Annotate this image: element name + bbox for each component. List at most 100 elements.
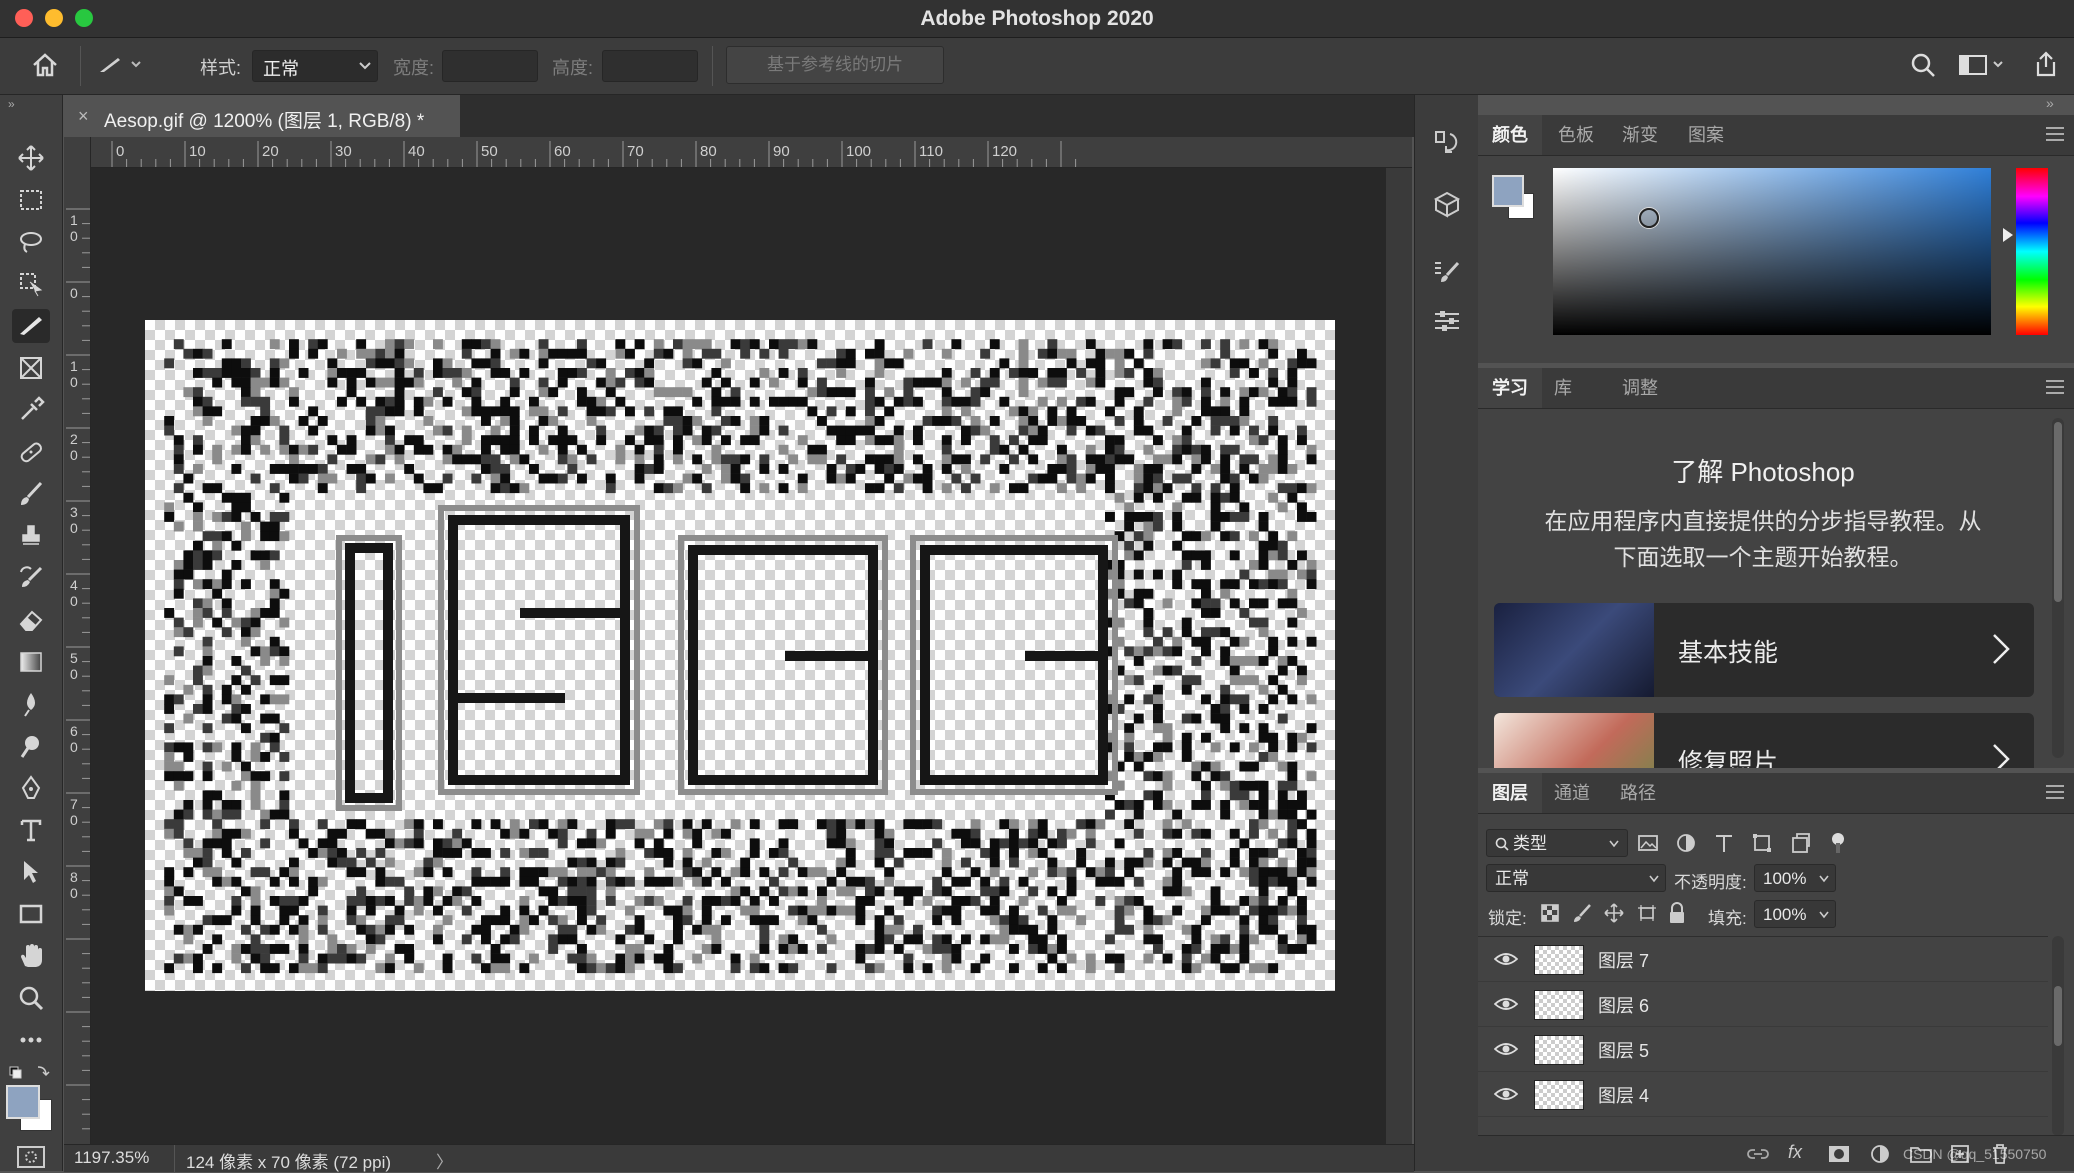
- eye-icon[interactable]: [1494, 1039, 1518, 1059]
- panel-menu-icon[interactable]: [2046, 380, 2064, 394]
- layer-filter-select[interactable]: 类型: [1486, 829, 1628, 857]
- style-select[interactable]: 正常: [252, 50, 378, 82]
- eye-icon[interactable]: [1494, 994, 1518, 1014]
- zoom-tool-icon[interactable]: [12, 981, 50, 1015]
- workspace-icon[interactable]: [1958, 52, 2008, 78]
- layer-row[interactable]: 图层 6: [1478, 982, 2048, 1027]
- blur-icon[interactable]: [12, 687, 50, 721]
- blend-mode-value: 正常: [1495, 869, 1529, 888]
- tutorial-card[interactable]: 修复照片: [1494, 713, 2034, 768]
- quick-mask-icon[interactable]: [16, 1145, 46, 1169]
- 3d-panel-icon[interactable]: [1429, 187, 1465, 223]
- color-foreground-swatch[interactable]: [1492, 175, 1524, 207]
- slice-tool-icon[interactable]: [12, 309, 50, 343]
- layer-row[interactable]: 图层 5: [1478, 1027, 2048, 1072]
- tab-learn[interactable]: 学习: [1478, 368, 1542, 408]
- rectangle-tool-icon[interactable]: [12, 897, 50, 931]
- eye-icon[interactable]: [1494, 949, 1518, 969]
- slice-tool-preset-icon[interactable]: [96, 52, 144, 78]
- document-tab[interactable]: × Aesop.gif @ 1200% (图层 1, RGB/8) *: [64, 95, 460, 139]
- width-input[interactable]: [442, 50, 538, 82]
- pen-icon[interactable]: [12, 771, 50, 805]
- hue-slider[interactable]: [2016, 168, 2048, 335]
- brush-icon[interactable]: [12, 477, 50, 511]
- tab-paths[interactable]: 路径: [1606, 773, 1670, 813]
- eraser-icon[interactable]: [12, 603, 50, 637]
- watermark: CSDN @qq_51550750: [1903, 1146, 2047, 1162]
- tutorial-card[interactable]: 基本技能: [1494, 603, 2034, 697]
- share-icon[interactable]: [2032, 50, 2060, 78]
- eye-icon[interactable]: [1494, 1084, 1518, 1104]
- vertical-ruler[interactable]: 1001020304050607080: [64, 137, 91, 1144]
- healing-brush-icon[interactable]: [12, 435, 50, 469]
- panel-menu-icon[interactable]: [2046, 127, 2064, 141]
- rectangular-marquee-icon[interactable]: [12, 183, 50, 217]
- path-selection-icon[interactable]: [12, 855, 50, 889]
- layer-mask-icon[interactable]: [1828, 1144, 1850, 1164]
- dodge-icon[interactable]: [12, 729, 50, 763]
- layer-row[interactable]: 图层 7: [1478, 937, 2048, 982]
- search-icon[interactable]: [1910, 52, 1936, 78]
- layers-scrollbar[interactable]: [2052, 936, 2064, 1136]
- opacity-value: 100%: [1763, 869, 1807, 888]
- lock-artboard-icon[interactable]: [1636, 903, 1658, 923]
- tab-channels[interactable]: 通道: [1540, 773, 1604, 813]
- lock-position-icon[interactable]: [1604, 903, 1624, 923]
- lock-all-icon[interactable]: [1668, 902, 1686, 924]
- height-input[interactable]: [602, 50, 698, 82]
- blend-mode-select[interactable]: 正常: [1486, 864, 1666, 892]
- tab-color[interactable]: 颜色: [1478, 115, 1542, 155]
- color-picker-field[interactable]: [1553, 168, 1991, 335]
- tab-gradients[interactable]: 渐变: [1608, 115, 1672, 155]
- tab-libraries[interactable]: 库: [1540, 368, 1586, 408]
- filter-toggle-icon[interactable]: [1828, 831, 1848, 855]
- tab-patterns[interactable]: 图案: [1674, 115, 1738, 155]
- workspace-scrollbar[interactable]: [1386, 168, 1412, 1144]
- pixel-layer-filter-icon[interactable]: [1636, 831, 1660, 855]
- clone-stamp-icon[interactable]: [12, 519, 50, 553]
- new-adjustment-layer-icon[interactable]: [1870, 1144, 1890, 1164]
- hand-tool-icon[interactable]: [12, 939, 50, 973]
- zoom-level[interactable]: 1197.35%: [74, 1148, 149, 1168]
- foreground-color-swatch[interactable]: [6, 1085, 40, 1119]
- close-tab-icon[interactable]: ×: [78, 106, 89, 127]
- horizontal-ruler[interactable]: 0 10 20 30 40 50 60 70 80 90 100 110 120: [90, 137, 1412, 168]
- object-selection-icon[interactable]: [12, 267, 50, 301]
- expand-panel-icon[interactable]: »: [8, 97, 15, 111]
- layer-row[interactable]: 图层 4: [1478, 1072, 2048, 1117]
- home-icon[interactable]: [30, 50, 60, 80]
- history-panel-icon[interactable]: [1429, 125, 1465, 161]
- properties-panel-icon[interactable]: [1429, 303, 1465, 339]
- fill-input[interactable]: 100%: [1754, 900, 1836, 928]
- color-picker-handle[interactable]: [1639, 208, 1659, 228]
- frame-tool-icon[interactable]: [12, 351, 50, 385]
- type-layer-filter-icon[interactable]: [1712, 831, 1736, 855]
- status-arrow-icon[interactable]: 〉: [436, 1148, 453, 1173]
- slices-from-guides-button[interactable]: 基于参考线的切片: [726, 46, 944, 84]
- brush-settings-icon[interactable]: [1429, 255, 1465, 291]
- lasso-icon[interactable]: [12, 225, 50, 259]
- tab-adjustments[interactable]: 调整: [1608, 368, 1672, 408]
- hue-slider-handle[interactable]: [2003, 228, 2013, 242]
- move-tool-icon[interactable]: [12, 141, 50, 175]
- adjustment-layer-filter-icon[interactable]: [1674, 831, 1698, 855]
- lock-image-pixels-icon[interactable]: [1572, 903, 1592, 923]
- swap-colors-icon[interactable]: [8, 1063, 52, 1083]
- shape-layer-filter-icon[interactable]: [1750, 831, 1774, 855]
- smart-object-filter-icon[interactable]: [1788, 831, 1812, 855]
- eyedropper-icon[interactable]: [12, 393, 50, 427]
- lock-transparent-pixels-icon[interactable]: [1540, 903, 1560, 923]
- learn-scrollbar[interactable]: [2052, 418, 2064, 758]
- document-canvas[interactable]: [145, 320, 1335, 991]
- tab-swatches[interactable]: 色板: [1544, 115, 1608, 155]
- collapse-panels-icon[interactable]: »: [2046, 95, 2054, 111]
- type-tool-icon[interactable]: [12, 813, 50, 847]
- link-layers-icon[interactable]: [1746, 1144, 1770, 1164]
- panel-menu-icon[interactable]: [2046, 785, 2064, 799]
- more-tools-icon[interactable]: [12, 1023, 50, 1057]
- tab-layers[interactable]: 图层: [1478, 773, 1542, 813]
- history-brush-icon[interactable]: [12, 561, 50, 595]
- opacity-input[interactable]: 100%: [1754, 864, 1836, 892]
- gradient-icon[interactable]: [12, 645, 50, 679]
- fx-icon[interactable]: fx: [1788, 1142, 1802, 1163]
